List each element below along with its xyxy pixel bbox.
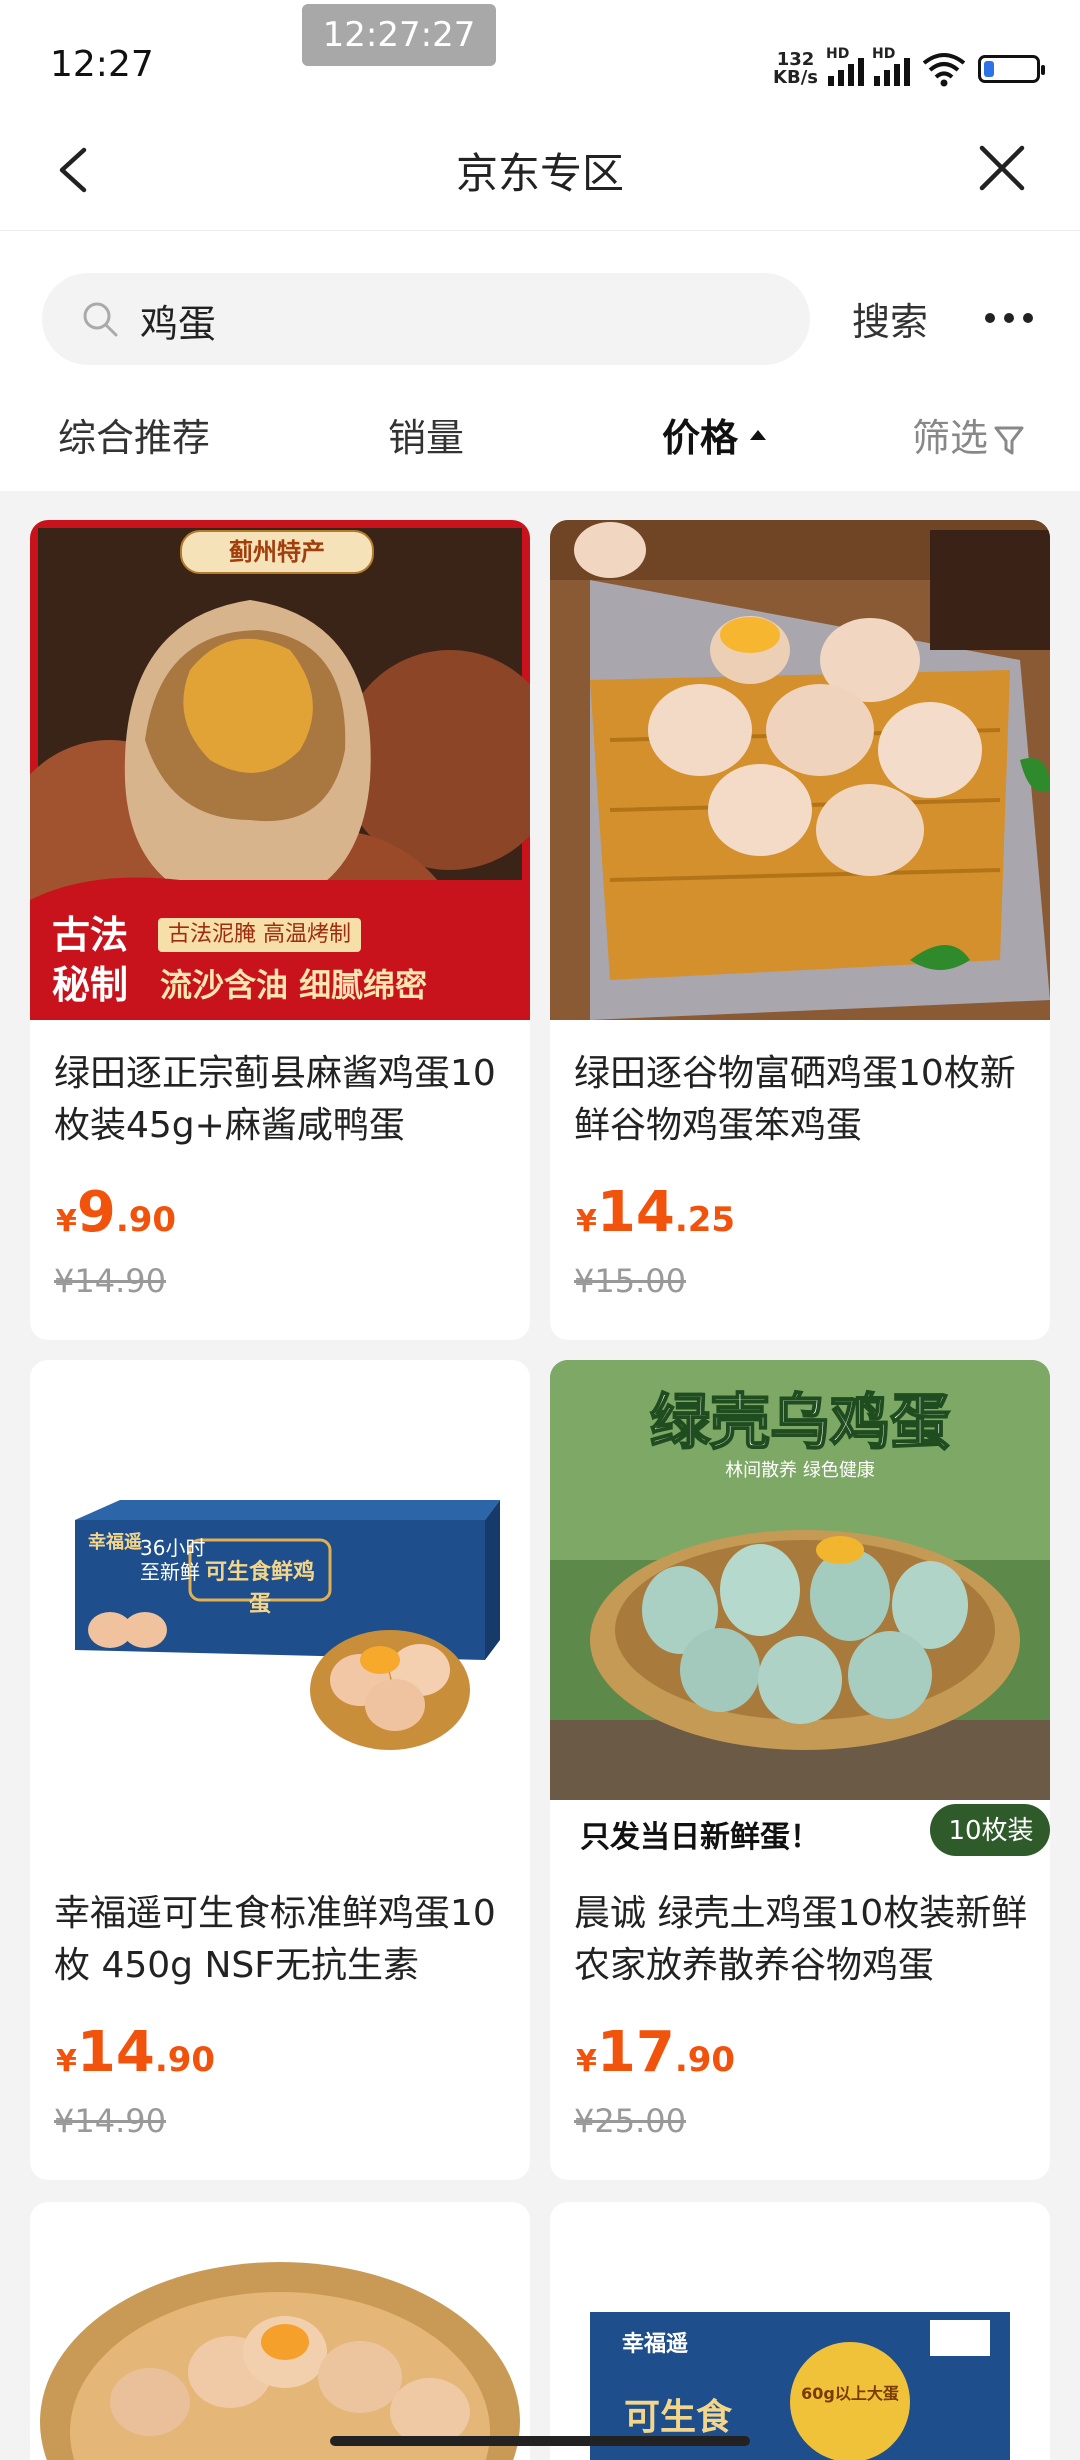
product-image: 幸福遥 36小时 至新鲜 可生食鲜鸡蛋 bbox=[30, 1360, 530, 1860]
product-image bbox=[30, 2202, 530, 2460]
search-box[interactable] bbox=[42, 273, 810, 365]
product-image bbox=[550, 520, 1050, 1020]
sort-bar: 综合推荐 销量 价格 筛选 bbox=[0, 371, 1080, 491]
search-icon bbox=[83, 302, 118, 337]
origin-badge: 蓟州特产 bbox=[180, 530, 374, 574]
signal-icon: HD bbox=[872, 46, 910, 86]
search-row: 搜索 bbox=[0, 231, 1080, 371]
box-title-text: 可生食鲜鸡蛋 bbox=[204, 1560, 315, 1617]
network-speed: 132 KB/s bbox=[773, 49, 818, 88]
texture-text: 流沙含油 细腻绵密 bbox=[160, 966, 428, 1004]
brand-text: 幸福遥 bbox=[88, 1532, 142, 1553]
brand-text: 幸福遥 bbox=[622, 2332, 689, 2357]
search-input[interactable] bbox=[138, 291, 762, 349]
home-gesture-bar[interactable] bbox=[330, 2436, 750, 2446]
product-card[interactable]: 绿壳乌鸡蛋 林间散养 绿色健康 只发当日新鲜蛋！ 10枚装 晨诚 绿壳土鸡蛋10… bbox=[550, 1360, 1050, 2180]
original-price: ¥15.00 bbox=[574, 1262, 686, 1300]
product-card[interactable]: 绿田逐谷物富硒鸡蛋10枚新鲜谷物鸡蛋笨鸡蛋 ¥14.25 ¥15.00 bbox=[550, 520, 1050, 1340]
wifi-icon bbox=[922, 53, 966, 87]
status-icons: 132 KB/s HD HD bbox=[773, 44, 1045, 94]
product-image: 绿壳乌鸡蛋 林间散养 绿色健康 只发当日新鲜蛋！ 10枚装 bbox=[550, 1360, 1050, 1860]
signal-icon: HD bbox=[826, 46, 864, 86]
product-image: 蓟州特产 古法 秘制 古法泥腌 高温烤制 流沙含油 细腻绵密 bbox=[30, 520, 530, 1020]
product-title: 幸福遥可生食标准鲜鸡蛋10枚 450g NSF无抗生素 bbox=[54, 1893, 496, 1986]
tab-price[interactable]: 价格 bbox=[662, 407, 767, 462]
product-price: ¥9.90 bbox=[56, 1180, 177, 1245]
tab-recommended[interactable]: 综合推荐 bbox=[58, 407, 210, 462]
product-title: 绿田逐正宗蓟县麻酱鸡蛋10枚装45g+麻酱咸鸭蛋 bbox=[54, 1053, 496, 1146]
original-price: ¥25.00 bbox=[574, 2102, 686, 2140]
process-text: 古法泥腌 高温烤制 bbox=[158, 918, 361, 952]
product-title: 绿田逐谷物富硒鸡蛋10枚新鲜谷物鸡蛋笨鸡蛋 bbox=[574, 1053, 1016, 1146]
pack-size-tag: 10枚装 bbox=[948, 1816, 1034, 1846]
method-badge: 古法 秘制 bbox=[51, 913, 128, 1007]
sort-up-icon bbox=[750, 429, 767, 440]
seal-text: 60g以上大蛋 bbox=[801, 2384, 899, 2403]
product-card[interactable]: 幸福遥 36小时 至新鲜 可生食鲜鸡蛋 幸福遥可生食标准鲜鸡蛋10枚 450g … bbox=[30, 1360, 530, 2180]
original-price: ¥14.90 bbox=[54, 2102, 166, 2140]
tab-sales[interactable]: 销量 bbox=[388, 407, 464, 462]
product-subline: 林间散养 绿色健康 bbox=[725, 1460, 875, 1481]
product-title: 晨诚 绿壳土鸡蛋10枚装新鲜农家放养散养谷物鸡蛋 bbox=[574, 1893, 1028, 1986]
battery-icon bbox=[978, 55, 1045, 83]
product-card[interactable] bbox=[30, 2202, 530, 2460]
delivery-text: 只发当日新鲜蛋！ bbox=[580, 1820, 820, 1855]
search-button[interactable]: 搜索 bbox=[852, 291, 928, 346]
close-icon[interactable] bbox=[974, 140, 1030, 196]
status-bar: 12:27 12:27:27 132 KB/s HD HD bbox=[0, 0, 1080, 110]
time-overlay: 12:27:27 bbox=[302, 4, 496, 66]
original-price: ¥14.90 bbox=[54, 1262, 166, 1300]
page-title: 京东专区 bbox=[455, 149, 624, 198]
status-time: 12:27 bbox=[50, 44, 154, 85]
product-price: ¥14.90 bbox=[56, 2020, 216, 2085]
product-image: 幸福遥 可生食 60g以上大蛋 bbox=[550, 2202, 1050, 2460]
box-title-text: 可生食 bbox=[624, 2397, 733, 2438]
more-options-button[interactable] bbox=[985, 313, 1033, 323]
tab-filter[interactable]: 筛选 bbox=[912, 407, 1024, 462]
product-price: ¥17.90 bbox=[576, 2020, 736, 2085]
product-card[interactable]: 幸福遥 可生食 60g以上大蛋 bbox=[550, 2202, 1050, 2460]
nav-bar: 京东专区 bbox=[0, 110, 1080, 231]
product-card[interactable]: 蓟州特产 古法 秘制 古法泥腌 高温烤制 流沙含油 细腻绵密 绿田逐正宗蓟县麻酱… bbox=[30, 520, 530, 1340]
product-headline: 绿壳乌鸡蛋 bbox=[649, 1387, 951, 1459]
product-price: ¥14.25 bbox=[576, 1180, 736, 1245]
filter-icon bbox=[994, 426, 1024, 454]
